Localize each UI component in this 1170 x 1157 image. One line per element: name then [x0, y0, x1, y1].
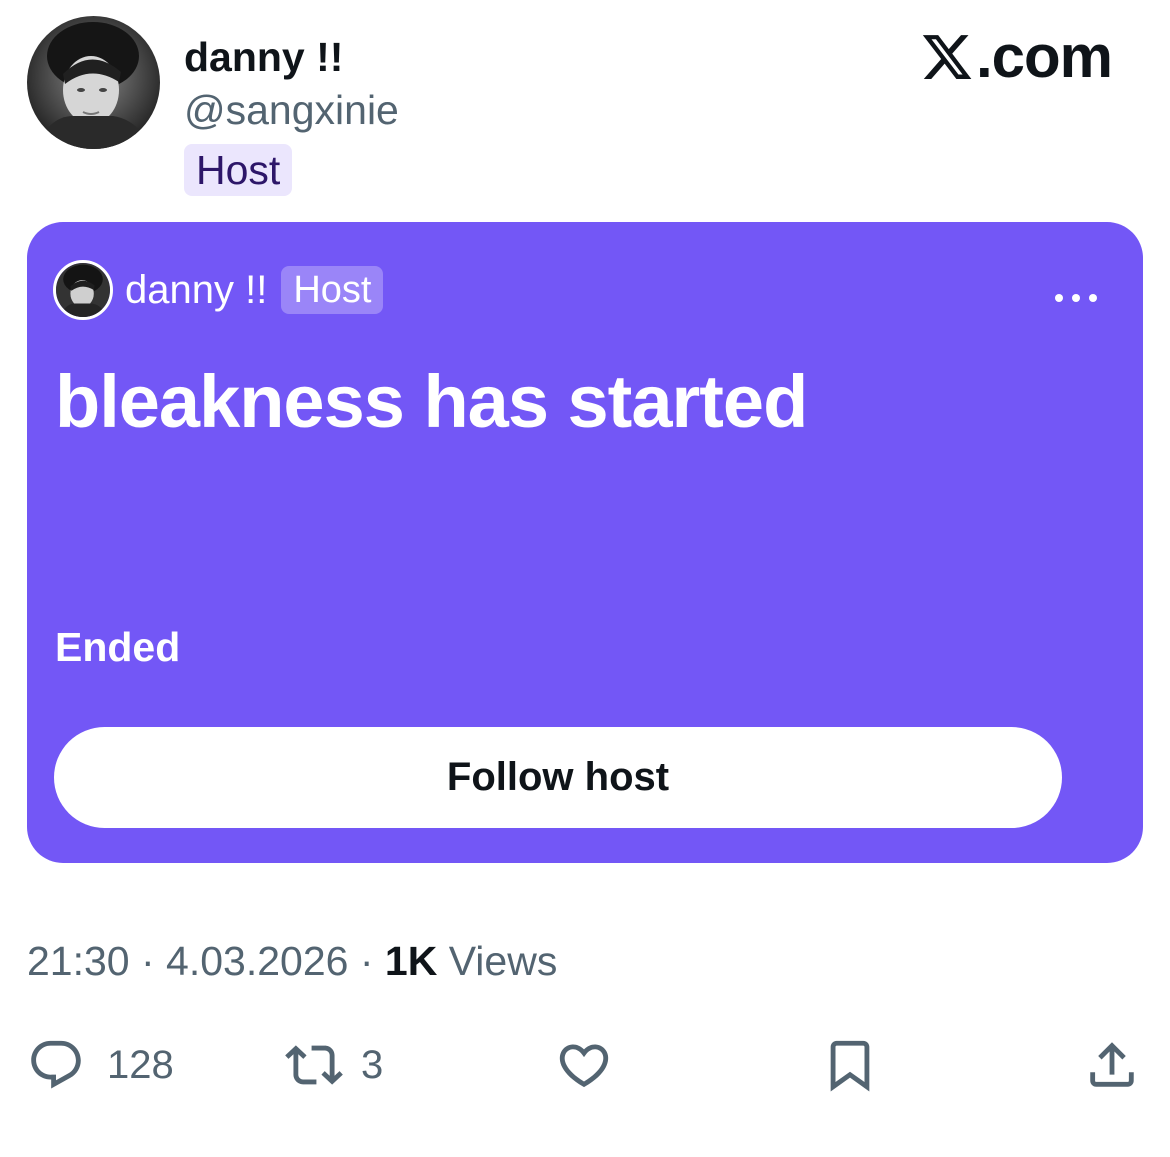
- share-button[interactable]: [1083, 1030, 1141, 1100]
- reply-count: 128: [107, 1043, 174, 1087]
- space-card[interactable]: danny !! Host bleakness has started Ende…: [27, 222, 1143, 863]
- author-avatar[interactable]: [27, 16, 160, 149]
- action-bar: 128 3: [0, 1030, 1170, 1100]
- like-icon: [559, 1044, 609, 1088]
- post-time[interactable]: 21:30: [27, 938, 130, 984]
- post-meta: 21:30 · 4.03.2026 · 1K Views: [27, 935, 557, 987]
- post-date[interactable]: 4.03.2026: [166, 938, 348, 984]
- author-host-badge: Host: [184, 144, 293, 196]
- repost-count: 3: [361, 1043, 384, 1087]
- meta-separator: ·: [348, 938, 385, 984]
- like-button[interactable]: [555, 1030, 613, 1100]
- post-view: danny !! @sangxinie Host .com danny !! H…: [0, 0, 1170, 1157]
- author-display-name[interactable]: danny !!: [184, 33, 343, 81]
- avatar-photo: [56, 263, 110, 317]
- reply-button[interactable]: 128: [27, 1030, 174, 1100]
- repost-button[interactable]: 3: [285, 1030, 383, 1100]
- space-title: bleakness has started: [55, 360, 808, 443]
- avatar-photo: [27, 16, 160, 149]
- more-dot-icon: [1072, 294, 1080, 302]
- repost-icon: [285, 1045, 343, 1085]
- more-dot-icon: [1089, 294, 1097, 302]
- more-options-button[interactable]: [1055, 288, 1097, 308]
- more-dot-icon: [1055, 294, 1063, 302]
- brand-watermark: .com: [920, 23, 1113, 90]
- space-host-badge: Host: [281, 266, 384, 314]
- author-handle[interactable]: @sangxinie: [184, 86, 399, 134]
- share-icon: [1090, 1042, 1134, 1087]
- space-status: Ended: [55, 624, 181, 670]
- space-host-row: danny !! Host: [53, 258, 384, 322]
- follow-host-button[interactable]: Follow host: [54, 727, 1062, 828]
- x-logo-icon: [922, 35, 972, 79]
- bookmark-button[interactable]: [821, 1030, 879, 1100]
- space-host-avatar[interactable]: [53, 260, 113, 320]
- views-label: Views: [437, 938, 558, 984]
- meta-separator: ·: [129, 938, 167, 984]
- bookmark-icon: [830, 1040, 870, 1092]
- brand-label: .com: [975, 23, 1113, 90]
- reply-icon: [31, 1040, 81, 1089]
- views-count: 1K: [384, 938, 438, 984]
- space-host-name[interactable]: danny !!: [125, 266, 267, 314]
